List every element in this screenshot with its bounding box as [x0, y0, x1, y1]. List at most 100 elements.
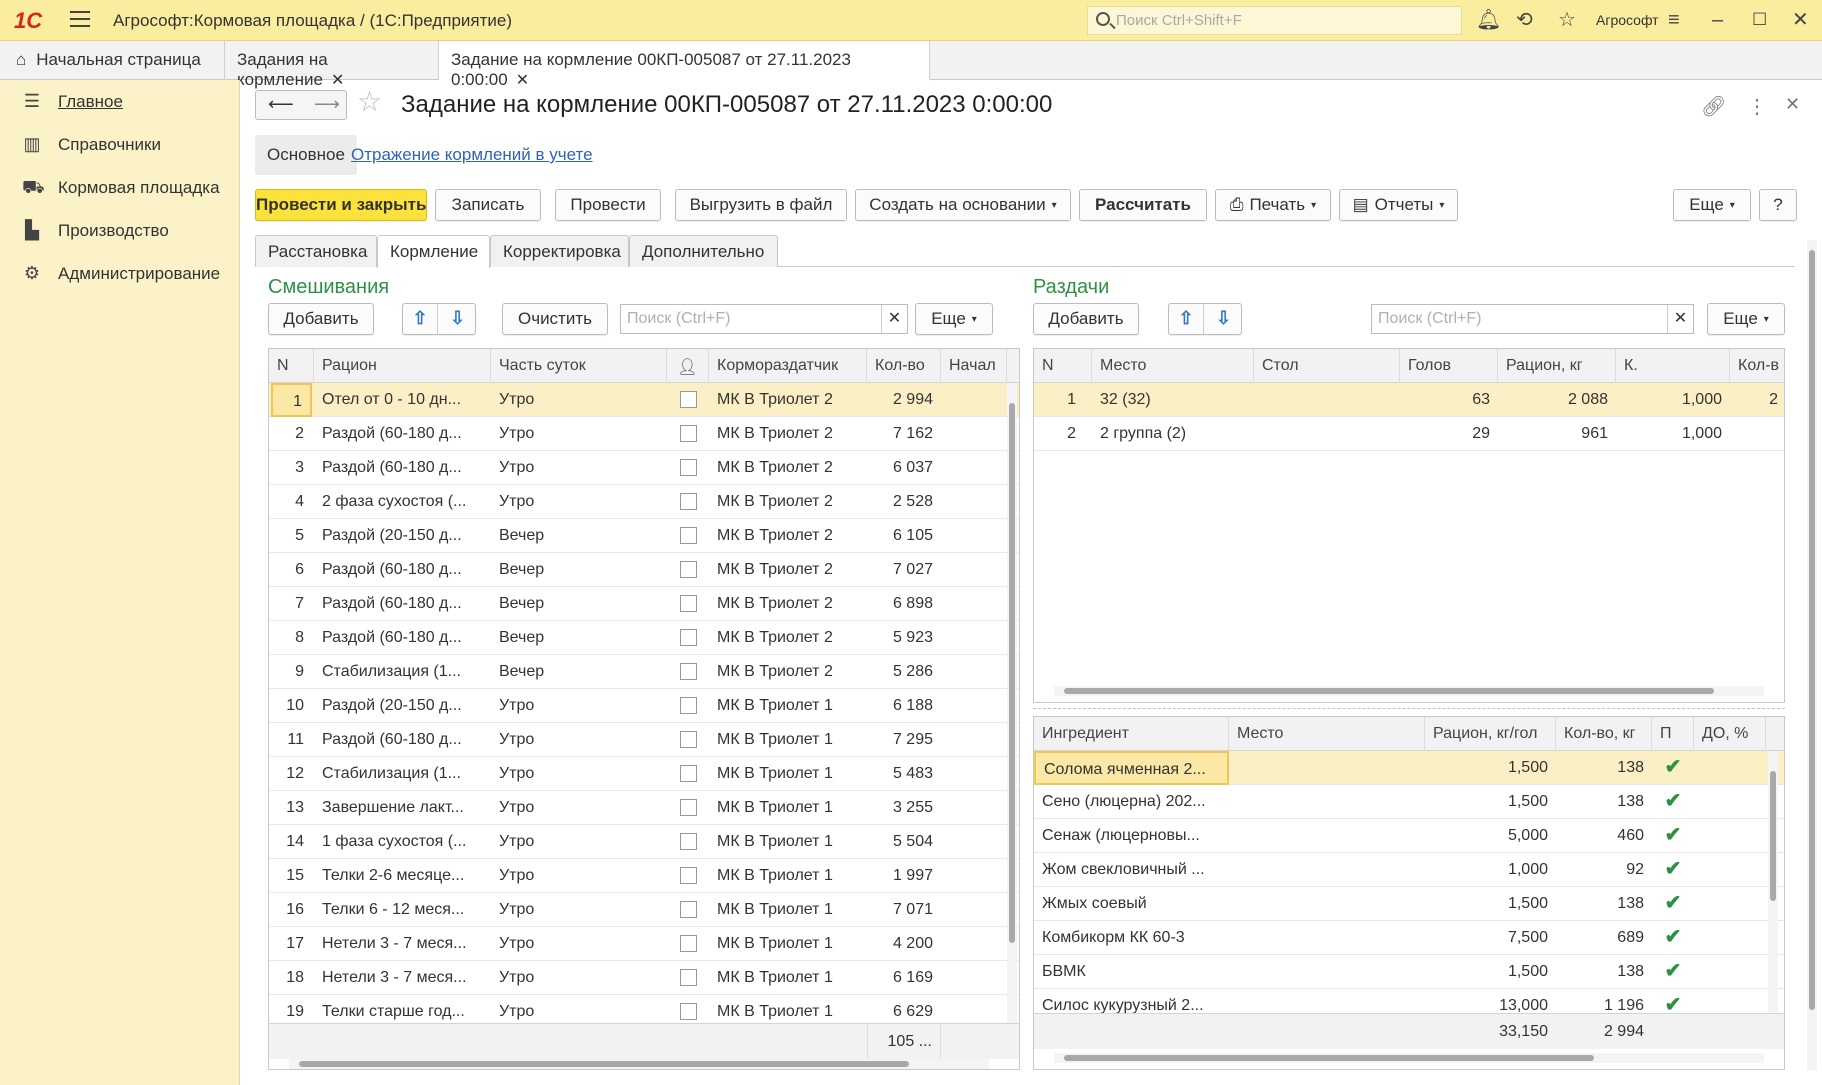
daypart-cell[interactable]: Утро: [491, 383, 667, 417]
form-vertical-scrollbar[interactable]: [1807, 240, 1817, 1070]
feeder-cell[interactable]: МК В Триолет 2: [709, 553, 867, 587]
minimize-icon[interactable]: –: [1712, 9, 1723, 31]
daypart-cell[interactable]: Утро: [491, 859, 667, 893]
feeder-cell[interactable]: МК В Триолет 1: [709, 689, 867, 723]
daypart-cell[interactable]: Вечер: [491, 587, 667, 621]
daypart-cell[interactable]: Утро: [491, 451, 667, 485]
qty-cell[interactable]: 5 483: [867, 757, 941, 791]
daypart-cell[interactable]: Вечер: [491, 655, 667, 689]
maximize-icon[interactable]: ☐: [1752, 9, 1767, 31]
ration-cell[interactable]: Раздой (60-180 д...: [314, 451, 491, 485]
col-n[interactable]: N: [1034, 349, 1092, 383]
daypart-cell[interactable]: Утро: [491, 485, 667, 519]
table-row[interactable]: 14 1 фаза сухостоя (... Утро МК В Триолет 1…: [269, 825, 1019, 859]
help-button[interactable]: ?: [1759, 189, 1797, 221]
tab-additional[interactable]: Дополнительно: [629, 235, 778, 267]
ration-cell[interactable]: Нетели 3 - 7 меся...: [314, 961, 491, 995]
col-ration[interactable]: Рацион: [314, 349, 491, 383]
more-vertical-icon[interactable]: ⋮: [1747, 94, 1767, 119]
col-ingredient[interactable]: Ингредиент: [1034, 717, 1229, 751]
table-row[interactable]: 5 Раздой (20-150 д... Вечер МК В Триолет 26…: [269, 519, 1019, 553]
qty-cell[interactable]: 138: [1556, 751, 1652, 785]
qty-cell[interactable]: 92: [1556, 853, 1652, 887]
feeder-cell[interactable]: МК В Триолет 2: [709, 383, 867, 417]
sidebar-item-catalogs[interactable]: ▥ Справочники: [22, 134, 161, 158]
dist-add-button[interactable]: Добавить: [1033, 303, 1139, 335]
table-row[interactable]: Комбикорм КК 60-3 7,500 689 ✔: [1034, 921, 1784, 955]
col-do[interactable]: ДО, %: [1694, 717, 1766, 751]
ration-cell[interactable]: 5,000: [1425, 819, 1556, 853]
table-row[interactable]: Солома ячменная 2... 1,500 138 ✔: [1034, 751, 1784, 785]
place-cell[interactable]: [1229, 819, 1425, 853]
qty-cell[interactable]: 138: [1556, 955, 1652, 989]
sidebar-item-main[interactable]: ☰ Главное: [22, 91, 123, 115]
tab-placement[interactable]: Расстановка: [255, 235, 377, 267]
k-cell[interactable]: 1,000: [1616, 383, 1730, 417]
history-icon[interactable]: ⟲: [1516, 9, 1533, 31]
qty-cell[interactable]: 6 037: [867, 451, 941, 485]
qty-cell[interactable]: 5 923: [867, 621, 941, 655]
tab-feeding-task-doc[interactable]: Задание на кормление 00КП-005087 от 27.1…: [439, 41, 930, 89]
reports-button[interactable]: ▤ Отчеты ▾: [1339, 189, 1458, 221]
ingredient-cell[interactable]: Солома ячменная 2...: [1034, 751, 1229, 785]
ingredient-cell[interactable]: БВМК: [1034, 955, 1229, 989]
row-checkbox[interactable]: [679, 1003, 697, 1020]
ration-cell[interactable]: Раздой (60-180 д...: [314, 621, 491, 655]
table-row[interactable]: 1 Отел от 0 - 10 дн... Утро МК В Триолет 22…: [269, 383, 1019, 417]
row-checkbox[interactable]: [679, 459, 697, 476]
mix-clear-button[interactable]: Очистить: [502, 303, 608, 335]
ration-cell[interactable]: Телки 2-6 месяце...: [314, 859, 491, 893]
col-place[interactable]: Место: [1229, 717, 1425, 751]
col-ration-kg[interactable]: Рацион, кг: [1498, 349, 1616, 383]
ration-cell[interactable]: Раздой (20-150 д...: [314, 689, 491, 723]
feeder-cell[interactable]: МК В Триолет 1: [709, 859, 867, 893]
place-cell[interactable]: [1229, 955, 1425, 989]
daypart-cell[interactable]: Утро: [491, 927, 667, 961]
post-and-close-button[interactable]: Провести и закрыть: [255, 189, 427, 221]
ingredient-cell[interactable]: Сенаж (люцерновы...: [1034, 819, 1229, 853]
daypart-cell[interactable]: Утро: [491, 961, 667, 995]
place-cell[interactable]: [1229, 785, 1425, 819]
qty-cell[interactable]: 6 188: [867, 689, 941, 723]
favorite-star-icon[interactable]: ☆: [357, 87, 382, 117]
qty-cell[interactable]: 7 295: [867, 723, 941, 757]
ration-cell[interactable]: 7,500: [1425, 921, 1556, 955]
col-heads[interactable]: Голов: [1400, 349, 1498, 383]
row-checkbox[interactable]: [679, 663, 697, 680]
move-down-icon[interactable]: ⇩: [440, 304, 475, 334]
move-up-icon[interactable]: ⇧: [403, 304, 438, 334]
table-row[interactable]: 6 Раздой (60-180 д... Вечер МК В Триолет 27…: [269, 553, 1019, 587]
col-p[interactable]: П: [1652, 717, 1694, 751]
ration-cell[interactable]: 2 фаза сухостоя (...: [314, 485, 491, 519]
col-table[interactable]: Стол: [1254, 349, 1400, 383]
col-place[interactable]: Место: [1092, 349, 1254, 383]
close-icon[interactable]: ✕: [1792, 9, 1809, 31]
row-checkbox[interactable]: [679, 833, 697, 850]
qty-cell[interactable]: 138: [1556, 887, 1652, 921]
table-row[interactable]: 18 Нетели 3 - 7 меся... Утро МК В Триолет 1…: [269, 961, 1019, 995]
global-search-input[interactable]: Поиск Ctrl+Shift+F: [1087, 6, 1462, 35]
qty-cell[interactable]: 138: [1556, 785, 1652, 819]
save-button[interactable]: Записать: [435, 189, 541, 221]
row-checkbox[interactable]: [679, 935, 697, 952]
mix-search-input[interactable]: Поиск (Ctrl+F) ✕: [620, 304, 908, 334]
daypart-cell[interactable]: Утро: [491, 791, 667, 825]
user-name[interactable]: Агрософт: [1596, 12, 1659, 28]
feeder-cell[interactable]: МК В Триолет 1: [709, 825, 867, 859]
daypart-cell[interactable]: Вечер: [491, 621, 667, 655]
feeder-cell[interactable]: МК В Триолет 1: [709, 961, 867, 995]
col-qty[interactable]: Кол-в: [1730, 349, 1784, 383]
create-based-on-button[interactable]: Создать на основании ▾: [855, 189, 1071, 221]
person-icon[interactable]: 👤︎: [667, 349, 709, 383]
tab-correction[interactable]: Корректировка: [490, 235, 629, 267]
feeder-cell[interactable]: МК В Триолет 2: [709, 621, 867, 655]
ration-cell[interactable]: 1,500: [1425, 955, 1556, 989]
feeder-cell[interactable]: МК В Триолет 2: [709, 587, 867, 621]
calculate-button[interactable]: Рассчитать: [1079, 189, 1207, 221]
row-checkbox[interactable]: [679, 391, 697, 408]
sidebar-item-production[interactable]: ▙ Производство: [22, 220, 169, 244]
table-row[interactable]: 8 Раздой (60-180 д... Вечер МК В Триолет 25…: [269, 621, 1019, 655]
table-row[interactable]: 2 2 группа (2) 29 961 1,000: [1034, 417, 1784, 451]
row-checkbox[interactable]: [679, 765, 697, 782]
ingredient-cell[interactable]: Жом свекловичный ...: [1034, 853, 1229, 887]
